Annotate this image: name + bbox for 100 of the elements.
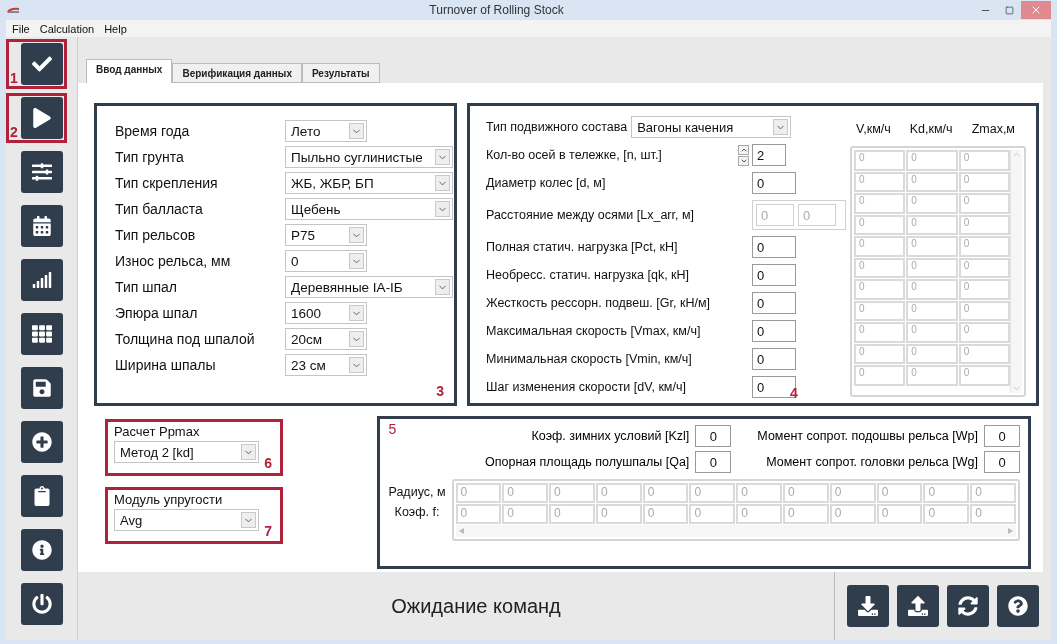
dropdown[interactable]: Р75 bbox=[285, 224, 367, 246]
dropdown-caret-icon bbox=[435, 175, 450, 191]
number-field[interactable]: 0 bbox=[752, 264, 796, 286]
dropdown[interactable]: 20см bbox=[285, 328, 367, 350]
toolbar-button[interactable] bbox=[21, 367, 63, 409]
download-button[interactable] bbox=[847, 585, 889, 627]
dropdown[interactable]: 0 bbox=[285, 250, 367, 272]
toolbar-button[interactable] bbox=[21, 205, 63, 247]
column-header: Kd,км/ч bbox=[909, 122, 954, 136]
callout-number: 4 bbox=[790, 385, 798, 401]
toolbar-button[interactable] bbox=[21, 43, 63, 85]
field-label: Момент сопрот. подошвы рельса [Wp] bbox=[757, 429, 978, 443]
callout-number: 6 bbox=[264, 455, 272, 471]
number-field[interactable]: 0 bbox=[984, 451, 1020, 473]
menu-item[interactable]: File bbox=[12, 22, 30, 35]
dropdown[interactable]: Деревянные IA-IБ bbox=[285, 276, 453, 298]
column-header: V,км/ч bbox=[856, 122, 892, 136]
field-label: Расстояние между осями [Lx_arr, м] bbox=[486, 208, 696, 222]
tab[interactable]: Верификация данных bbox=[172, 63, 302, 83]
field-label: Тип балласта bbox=[115, 201, 204, 217]
toolbar-button[interactable] bbox=[21, 475, 63, 517]
dropdown-caret-icon bbox=[241, 512, 256, 528]
toolbar-button[interactable] bbox=[21, 259, 63, 301]
number-field[interactable]: 0 bbox=[752, 292, 796, 314]
upload-button[interactable] bbox=[897, 585, 939, 627]
field-label: Опорная площадь полушпалы [Qa] bbox=[485, 455, 690, 469]
field-label: Время года bbox=[115, 123, 191, 139]
number-field[interactable]: 0 bbox=[695, 425, 732, 447]
toolbar-button[interactable] bbox=[21, 151, 63, 193]
dropdown-caret-icon bbox=[241, 444, 256, 460]
dropdown-caret-icon bbox=[349, 305, 364, 321]
maximize-icon bbox=[1004, 5, 1014, 15]
callout-number: 5 bbox=[388, 421, 397, 437]
toolbar-button[interactable] bbox=[21, 313, 63, 355]
toolbar-button[interactable] bbox=[21, 421, 63, 463]
field-label: Модуль упругости bbox=[114, 492, 223, 507]
help-button[interactable] bbox=[997, 585, 1039, 627]
field-label: Минимальная скорость [Vmin, км/ч] bbox=[486, 352, 693, 366]
dropdown[interactable]: Вагоны качения bbox=[631, 116, 792, 138]
power-icon bbox=[32, 594, 52, 614]
dropdown[interactable]: ЖБ, ЖБР, БП bbox=[285, 172, 453, 194]
status-text: Ожидание команд bbox=[390, 594, 562, 618]
row-label: Радиус, м bbox=[388, 485, 446, 499]
dropdown-caret-icon bbox=[349, 227, 364, 243]
info-icon bbox=[32, 540, 52, 560]
spinner-arrows[interactable] bbox=[738, 144, 752, 166]
toolbar-button[interactable] bbox=[21, 583, 63, 625]
field-label: Расчет Ppmax bbox=[114, 424, 200, 439]
refresh-button[interactable] bbox=[947, 585, 989, 627]
sliders-icon bbox=[32, 162, 52, 182]
number-field[interactable]: 0 bbox=[695, 451, 732, 473]
number-field[interactable]: 0 bbox=[752, 236, 796, 258]
dropdown-caret-icon bbox=[349, 123, 364, 139]
scroll-left-icon bbox=[458, 528, 464, 534]
dropdown[interactable]: Метод 2 [kd] bbox=[114, 441, 259, 463]
field-label: Кол-во осей в тележке, [n, шт.] bbox=[486, 148, 663, 162]
save-icon bbox=[32, 378, 52, 398]
tab[interactable]: Результаты bbox=[301, 63, 380, 83]
field-label: Жесткость рессорн. подвеш. [Gr, кН/м] bbox=[486, 296, 711, 310]
scroll-down-icon bbox=[1012, 384, 1021, 393]
column-header: Zmax,м bbox=[971, 122, 1016, 136]
help-icon bbox=[1008, 596, 1028, 616]
menu-item[interactable]: Help bbox=[104, 22, 127, 35]
number-field[interactable]: 0 bbox=[752, 320, 796, 342]
grid-icon bbox=[32, 324, 52, 344]
bar-chart-icon bbox=[32, 270, 52, 290]
field-label: Тип шпал bbox=[115, 279, 178, 295]
refresh-icon bbox=[958, 596, 978, 616]
callout-number: 1 bbox=[10, 70, 18, 86]
tab[interactable]: Ввод данных bbox=[86, 59, 173, 83]
number-field[interactable]: 0 bbox=[752, 172, 796, 194]
clipboard-icon bbox=[32, 486, 52, 506]
dropdown-caret-icon bbox=[435, 279, 450, 295]
dropdown[interactable]: Щебень bbox=[285, 198, 453, 220]
menu-item[interactable]: Calculation bbox=[39, 22, 95, 35]
number-field[interactable]: 0 bbox=[752, 348, 796, 370]
dropdown-caret-icon bbox=[435, 149, 450, 165]
download-icon bbox=[858, 596, 878, 616]
field-label: Необресс. статич. нагрузка [qk, кН] bbox=[486, 268, 691, 282]
check-icon bbox=[32, 54, 52, 74]
dropdown[interactable]: 1600 bbox=[285, 302, 367, 324]
toolbar-button[interactable] bbox=[21, 529, 63, 571]
dropdown-caret-icon bbox=[349, 253, 364, 269]
dropdown[interactable]: 23 см bbox=[285, 354, 367, 376]
dropdown[interactable]: Лето bbox=[285, 120, 367, 142]
dropdown[interactable]: Пыльно суглинистые bbox=[285, 146, 453, 168]
dropdown-caret-icon bbox=[773, 119, 789, 135]
dropdown[interactable]: Avg bbox=[114, 509, 259, 531]
calendar-icon bbox=[32, 216, 52, 236]
toolbar-button[interactable] bbox=[21, 97, 63, 139]
field-label: Тип грунта bbox=[115, 149, 185, 165]
upload-icon bbox=[908, 596, 928, 616]
field-label: Ширина шпалы bbox=[115, 357, 217, 373]
field-label: Момент сопрот. головки рельса [Wg] bbox=[765, 455, 978, 469]
field-label: Эпюра шпал bbox=[115, 305, 199, 321]
scroll-right-icon bbox=[1008, 528, 1013, 534]
scroll-up-icon bbox=[1012, 150, 1021, 159]
row-label: Коэф. f: bbox=[394, 505, 440, 519]
number-field[interactable]: 0 bbox=[984, 425, 1020, 447]
number-field[interactable]: 2 bbox=[752, 144, 786, 166]
